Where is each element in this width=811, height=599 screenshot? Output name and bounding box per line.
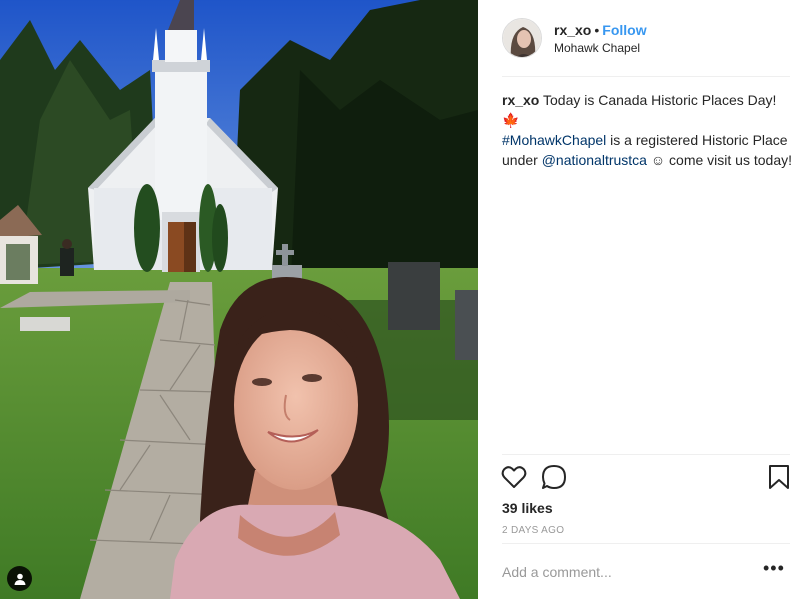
bookmark-icon xyxy=(769,465,789,489)
post-details-panel: rx_xo • Follow Mohawk Chapel rx_xo Today i… xyxy=(478,0,811,599)
save-button[interactable] xyxy=(765,463,793,491)
post-timestamp[interactable]: 2 DAYS AGO xyxy=(502,525,564,536)
comment-input[interactable] xyxy=(502,560,752,584)
caption-text: Today is Canada Historic Places Day! xyxy=(539,92,777,108)
maple-leaf-icon: 🍁 xyxy=(502,112,520,128)
likes-count[interactable]: 39 likes xyxy=(502,500,553,516)
follow-button[interactable]: Follow xyxy=(602,22,646,38)
avatar[interactable] xyxy=(502,18,542,58)
more-options-button[interactable]: ••• xyxy=(763,559,787,581)
like-button[interactable] xyxy=(500,463,528,491)
caption-text: ☺ come visit us today! xyxy=(646,152,792,168)
person-tag-icon xyxy=(14,573,25,585)
post-photo[interactable] xyxy=(0,0,478,599)
divider xyxy=(502,543,790,544)
tagged-people-button[interactable] xyxy=(7,566,32,591)
post-header: rx_xo • Follow Mohawk Chapel xyxy=(478,0,811,76)
mention-link[interactable]: @nationaltrustca xyxy=(542,152,647,168)
chapel-selfie-image xyxy=(0,0,478,599)
caption-username-link[interactable]: rx_xo xyxy=(502,92,539,108)
separator-dot: • xyxy=(594,22,600,38)
divider xyxy=(502,76,790,77)
post-caption: rx_xo Today is Canada Historic Places Da… xyxy=(502,90,792,170)
heart-outline-icon xyxy=(501,466,527,488)
speech-bubble-icon xyxy=(542,465,566,489)
comment-button[interactable] xyxy=(540,463,568,491)
username-link[interactable]: rx_xo xyxy=(554,22,591,38)
location-link[interactable]: Mohawk Chapel xyxy=(554,41,640,55)
hashtag-link[interactable]: #MohawkChapel xyxy=(502,132,606,148)
user-line: rx_xo • Follow xyxy=(554,22,647,38)
divider xyxy=(502,454,790,455)
profile-picture xyxy=(503,19,541,57)
action-bar xyxy=(478,463,811,493)
